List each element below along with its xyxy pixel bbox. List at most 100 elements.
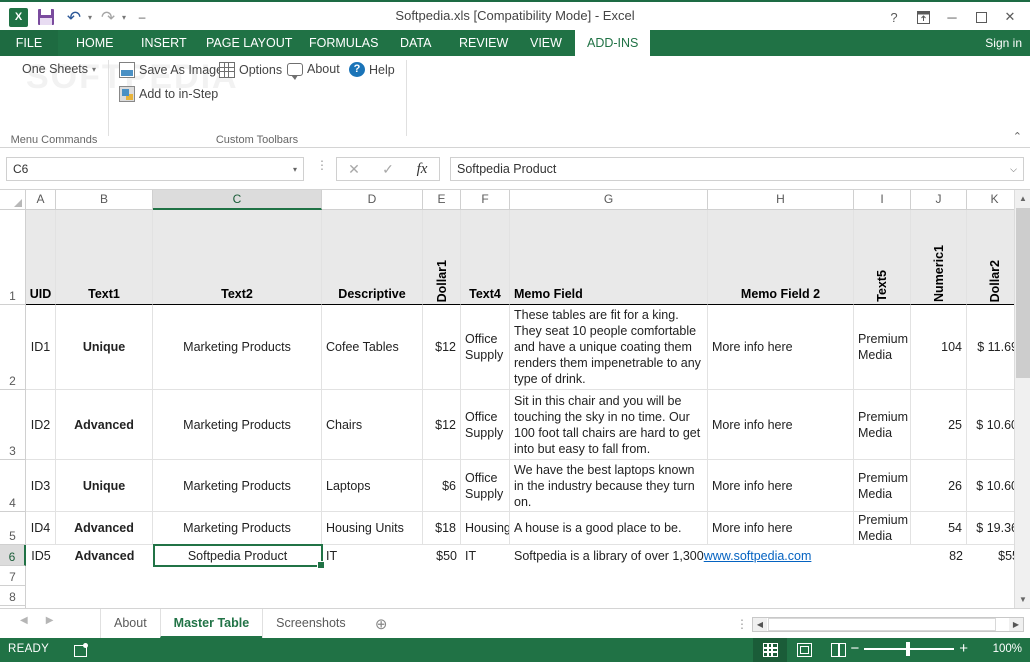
column-header-i[interactable]: I — [854, 190, 911, 210]
scroll-up-icon[interactable]: ▲ — [1015, 190, 1030, 207]
cell-I2[interactable]: Premium Media — [854, 305, 911, 390]
cell-G3[interactable]: Sit in this chair and you will be touchi… — [510, 390, 708, 460]
cell-A2[interactable]: ID1 — [26, 305, 56, 390]
row-header-4[interactable]: 4 — [0, 460, 26, 512]
cell-E2[interactable]: $12 — [423, 305, 461, 390]
cell-H1[interactable]: Memo Field 2 — [708, 210, 854, 305]
insert-function-icon[interactable]: fx — [405, 158, 439, 180]
cell-B3[interactable]: Advanced — [56, 390, 153, 460]
cell-H4[interactable]: More info here — [708, 460, 854, 512]
column-header-b[interactable]: B — [56, 190, 153, 210]
cell-J2[interactable]: 104 — [911, 305, 967, 390]
cell-B6[interactable]: Advanced — [56, 545, 153, 566]
cell-I4[interactable]: Premium Media — [854, 460, 911, 512]
cell-F3[interactable]: Office Supply — [461, 390, 510, 460]
cell-A4[interactable]: ID3 — [26, 460, 56, 512]
cell-D6[interactable]: IT — [322, 545, 423, 566]
scroll-right-icon[interactable]: ▶ — [1009, 618, 1023, 631]
row-header-2[interactable]: 2 — [0, 305, 26, 390]
cell-F1[interactable]: Text4 — [461, 210, 510, 305]
cell-J4[interactable]: 26 — [911, 460, 967, 512]
collapse-ribbon-icon[interactable]: ⌃ — [1013, 130, 1022, 143]
cell-I1[interactable]: Text5 — [854, 210, 911, 305]
cell-B2[interactable]: Unique — [56, 305, 153, 390]
column-header-g[interactable]: G — [510, 190, 708, 210]
select-all-corner[interactable] — [0, 190, 26, 210]
tab-view[interactable]: VIEW — [518, 30, 574, 56]
tab-home[interactable]: HOME — [64, 30, 126, 56]
column-header-d[interactable]: D — [322, 190, 423, 210]
row-header-7[interactable]: 7 — [0, 566, 26, 586]
column-header-h[interactable]: H — [708, 190, 854, 210]
cell-E5[interactable]: $18 — [423, 512, 461, 545]
help-button[interactable]: ? Help — [349, 62, 395, 77]
cell-H2[interactable]: More info here — [708, 305, 854, 390]
tab-formulas[interactable]: FORMULAS — [297, 30, 390, 56]
next-sheet-icon[interactable]: ▶ — [46, 615, 54, 626]
zoom-in-icon[interactable]: + — [959, 641, 968, 656]
cell-B5[interactable]: Advanced — [56, 512, 153, 545]
horizontal-scroll-thumb[interactable] — [768, 618, 996, 631]
tab-page-layout[interactable]: PAGE LAYOUT — [194, 30, 304, 56]
cell-F4[interactable]: Office Supply — [461, 460, 510, 512]
horizontal-scrollbar[interactable]: ◀ ▶ — [752, 617, 1024, 632]
zoom-slider[interactable] — [864, 642, 955, 656]
tab-data[interactable]: DATA — [388, 30, 443, 56]
column-header-j[interactable]: J — [911, 190, 967, 210]
softpedia-hyperlink[interactable]: www.softpedia.com — [704, 548, 812, 564]
cell-A3[interactable]: ID2 — [26, 390, 56, 460]
cell-C4[interactable]: Marketing Products — [153, 460, 322, 512]
scroll-left-icon[interactable]: ◀ — [753, 618, 767, 631]
zoom-level-label[interactable]: 100% — [993, 643, 1022, 655]
sheet-tab-master-table[interactable]: Master Table — [159, 609, 263, 638]
cancel-icon[interactable]: ✕ — [337, 158, 371, 180]
cell-J5[interactable]: 54 — [911, 512, 967, 545]
tab-review[interactable]: REVIEW — [447, 30, 520, 56]
tab-insert[interactable]: INSERT — [129, 30, 199, 56]
cell-B4[interactable]: Unique — [56, 460, 153, 512]
zoom-out-icon[interactable]: − — [850, 641, 859, 656]
row-header-1[interactable]: 1 — [0, 210, 26, 305]
enter-icon[interactable]: ✓ — [371, 158, 405, 180]
cell-J6[interactable]: 82 — [911, 545, 967, 566]
cell-D3[interactable]: Chairs — [322, 390, 423, 460]
cell-C3[interactable]: Marketing Products — [153, 390, 322, 460]
cell-E4[interactable]: $6 — [423, 460, 461, 512]
macro-record-icon[interactable] — [74, 643, 89, 657]
cell-A1[interactable]: UID — [26, 210, 56, 305]
add-to-in-step-button[interactable]: Add to in-Step — [119, 86, 218, 102]
cell-C2[interactable]: Marketing Products — [153, 305, 322, 390]
row-header-3[interactable]: 3 — [0, 390, 26, 460]
sign-in-link[interactable]: Sign in — [985, 30, 1022, 56]
cell-G2[interactable]: These tables are fit for a king. They se… — [510, 305, 708, 390]
column-header-e[interactable]: E — [423, 190, 461, 210]
cell-D4[interactable]: Laptops — [322, 460, 423, 512]
maximize-icon[interactable] — [967, 7, 995, 27]
name-box-caret-icon[interactable]: ▾ — [293, 165, 297, 174]
name-box[interactable]: C6 ▾ — [6, 157, 304, 181]
cell-D2[interactable]: Cofee Tables — [322, 305, 423, 390]
column-header-a[interactable]: A — [26, 190, 56, 210]
normal-view-icon[interactable] — [753, 638, 787, 662]
minimize-icon[interactable]: ─ — [938, 7, 966, 27]
cell-G6[interactable]: Softpedia is a library of over 1,300 www… — [510, 545, 854, 566]
cell-H3[interactable]: More info here — [708, 390, 854, 460]
cell-E6[interactable]: $50 — [423, 545, 461, 566]
cell-E1[interactable]: Dollar1 — [423, 210, 461, 305]
cell-J3[interactable]: 25 — [911, 390, 967, 460]
cell-I5[interactable]: Premium Media — [854, 512, 911, 545]
ribbon-display-options-icon[interactable] — [909, 7, 937, 27]
options-button[interactable]: Options — [219, 62, 282, 78]
row-header-6[interactable]: 6 — [0, 545, 26, 566]
formula-bar-grip[interactable]: ⋮ — [316, 159, 328, 171]
save-as-image-button[interactable]: Save As Image — [119, 62, 223, 78]
one-sheets-button[interactable]: One Sheets ▾ — [22, 62, 96, 76]
cell-I3[interactable]: Premium Media — [854, 390, 911, 460]
formula-input[interactable]: Softpedia Product ⌵ — [450, 157, 1024, 181]
row-header-8[interactable]: 8 — [0, 586, 26, 606]
vertical-scrollbar[interactable]: ▲ ▼ — [1014, 190, 1030, 608]
add-sheet-icon[interactable]: ⊕ — [367, 609, 396, 638]
cell-C5[interactable]: Marketing Products — [153, 512, 322, 545]
cell-G1[interactable]: Memo Field — [510, 210, 708, 305]
cell-B1[interactable]: Text1 — [56, 210, 153, 305]
